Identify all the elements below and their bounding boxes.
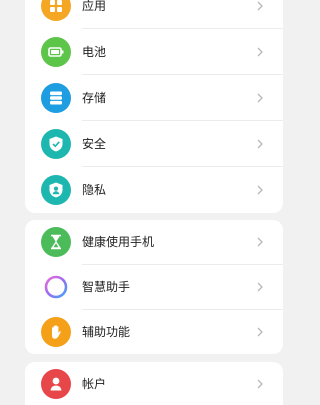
row-divider bbox=[82, 28, 283, 29]
settings-item-account[interactable]: 帐户 bbox=[25, 362, 283, 405]
settings-item-storage[interactable]: 存储 bbox=[25, 76, 283, 121]
chevron-right-icon bbox=[254, 138, 266, 150]
chevron-right-icon bbox=[254, 281, 266, 293]
chevron-right-icon bbox=[254, 92, 266, 104]
battery-icon bbox=[41, 37, 71, 67]
row-divider bbox=[82, 166, 283, 167]
settings-group-2: 健康使用手机 智慧助手 辅助功能 bbox=[25, 220, 283, 354]
settings-item-apps[interactable]: 应用 bbox=[25, 0, 283, 29]
chevron-right-icon bbox=[254, 378, 266, 390]
chevron-right-icon bbox=[254, 46, 266, 58]
hand-icon bbox=[41, 317, 71, 347]
settings-item-label: 智慧助手 bbox=[82, 280, 131, 294]
settings-item-digital-balance[interactable]: 健康使用手机 bbox=[25, 220, 283, 265]
settings-item-label: 存储 bbox=[82, 91, 107, 105]
settings-page: 应用 电池 存储 安全 隐私 健康使用手机 智慧助手 辅助功能 帐户 bbox=[0, 0, 310, 405]
row-divider bbox=[82, 120, 283, 121]
hourglass-icon bbox=[41, 227, 71, 257]
assistant-ring-icon bbox=[41, 272, 71, 302]
user-icon bbox=[41, 369, 71, 399]
settings-item-label: 辅助功能 bbox=[82, 325, 131, 339]
settings-item-label: 帐户 bbox=[82, 377, 107, 391]
settings-item-battery[interactable]: 电池 bbox=[25, 30, 283, 75]
storage-icon bbox=[41, 83, 71, 113]
settings-item-security[interactable]: 安全 bbox=[25, 122, 283, 167]
settings-item-label: 健康使用手机 bbox=[82, 235, 155, 249]
settings-item-assistant[interactable]: 智慧助手 bbox=[25, 265, 283, 310]
apps-grid-icon bbox=[41, 0, 71, 21]
row-divider bbox=[82, 74, 283, 75]
privacy-icon bbox=[41, 175, 71, 205]
settings-item-label: 隐私 bbox=[82, 183, 107, 197]
settings-item-label: 应用 bbox=[82, 0, 107, 13]
chevron-right-icon bbox=[254, 184, 266, 196]
settings-item-label: 电池 bbox=[82, 45, 107, 59]
shield-icon bbox=[41, 129, 71, 159]
settings-item-label: 安全 bbox=[82, 137, 107, 151]
settings-group-3: 帐户 bbox=[25, 362, 283, 405]
chevron-right-icon bbox=[254, 0, 266, 12]
chevron-right-icon bbox=[254, 236, 266, 248]
settings-item-accessibility[interactable]: 辅助功能 bbox=[25, 310, 283, 354]
settings-item-privacy[interactable]: 隐私 bbox=[25, 168, 283, 213]
chevron-right-icon bbox=[254, 326, 266, 338]
settings-group-1: 应用 电池 存储 安全 隐私 bbox=[25, 0, 283, 213]
